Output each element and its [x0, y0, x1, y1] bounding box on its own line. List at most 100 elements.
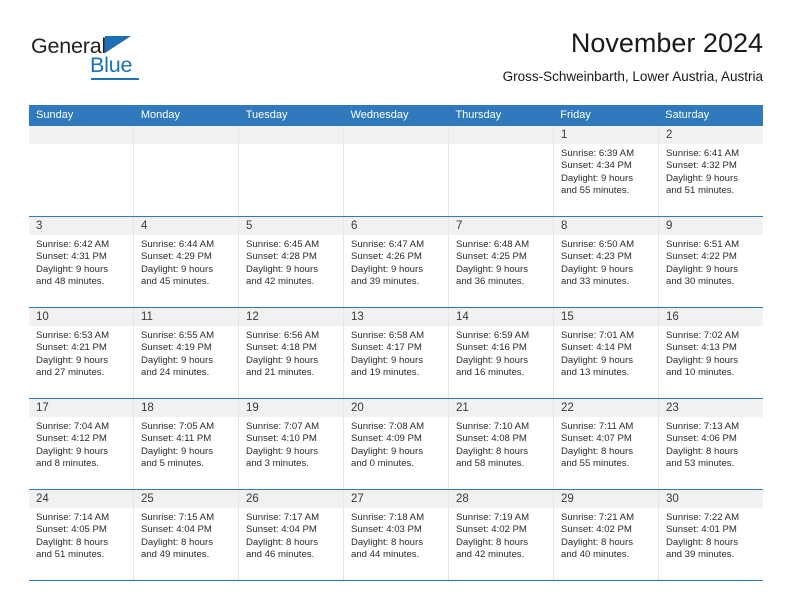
sunrise-text: Sunrise: 7:10 AM	[456, 421, 530, 432]
day-cell[interactable]: 19 Sunrise: 7:07 AM Sunset: 4:10 PM Dayl…	[239, 399, 344, 489]
day-cell[interactable]: 26 Sunrise: 7:17 AM Sunset: 4:04 PM Dayl…	[239, 490, 344, 580]
day-number: 10	[29, 308, 133, 326]
sunset-text: Sunset: 4:31 PM	[36, 251, 107, 263]
day-info: Sunrise: 6:44 AM Sunset: 4:29 PM Dayligh…	[134, 235, 238, 288]
week-row: 1 Sunrise: 6:39 AM Sunset: 4:34 PM Dayli…	[29, 126, 763, 216]
sunrise-text: Sunrise: 7:04 AM	[36, 421, 110, 432]
daylight-text-line1: Daylight: 9 hours	[561, 172, 633, 184]
day-cell[interactable]: 7 Sunrise: 6:48 AM Sunset: 4:25 PM Dayli…	[449, 217, 554, 307]
sunrise-text: Sunrise: 7:17 AM	[246, 512, 320, 523]
day-number: 11	[134, 308, 238, 326]
daylight-text-line2: and 13 minutes.	[561, 366, 630, 378]
sunrise-text: Sunrise: 7:11 AM	[561, 421, 634, 432]
day-cell[interactable]: 3 Sunrise: 6:42 AM Sunset: 4:31 PM Dayli…	[29, 217, 134, 307]
day-number: 4	[134, 217, 238, 235]
day-cell[interactable]: 16 Sunrise: 7:02 AM Sunset: 4:13 PM Dayl…	[659, 308, 763, 398]
sunset-text: Sunset: 4:14 PM	[561, 342, 632, 354]
sunset-text: Sunset: 4:26 PM	[351, 251, 422, 263]
day-cell[interactable]: 1 Sunrise: 6:39 AM Sunset: 4:34 PM Dayli…	[554, 126, 659, 216]
day-cell[interactable]: 8 Sunrise: 6:50 AM Sunset: 4:23 PM Dayli…	[554, 217, 659, 307]
daylight-text-line1: Daylight: 8 hours	[351, 536, 423, 548]
day-info: Sunrise: 6:42 AM Sunset: 4:31 PM Dayligh…	[29, 235, 133, 288]
day-cell[interactable]: 6 Sunrise: 6:47 AM Sunset: 4:26 PM Dayli…	[344, 217, 449, 307]
day-cell[interactable]: 23 Sunrise: 7:13 AM Sunset: 4:06 PM Dayl…	[659, 399, 763, 489]
day-number: 12	[239, 308, 343, 326]
sunset-text: Sunset: 4:10 PM	[246, 433, 317, 445]
day-cell[interactable]: 27 Sunrise: 7:18 AM Sunset: 4:03 PM Dayl…	[344, 490, 449, 580]
day-cell[interactable]: 10 Sunrise: 6:53 AM Sunset: 4:21 PM Dayl…	[29, 308, 134, 398]
day-cell[interactable]: 13 Sunrise: 6:58 AM Sunset: 4:17 PM Dayl…	[344, 308, 449, 398]
day-cell[interactable]: 29 Sunrise: 7:21 AM Sunset: 4:02 PM Dayl…	[554, 490, 659, 580]
day-number: 18	[134, 399, 238, 417]
day-info: Sunrise: 7:05 AM Sunset: 4:11 PM Dayligh…	[134, 417, 238, 470]
day-number: 3	[29, 217, 133, 235]
sunset-text: Sunset: 4:17 PM	[351, 342, 422, 354]
day-info: Sunrise: 6:58 AM Sunset: 4:17 PM Dayligh…	[344, 326, 448, 379]
daylight-text-line2: and 46 minutes.	[246, 548, 315, 560]
sunrise-text: Sunrise: 6:39 AM	[561, 148, 635, 159]
day-number: 19	[239, 399, 343, 417]
day-number: 25	[134, 490, 238, 508]
sunset-text: Sunset: 4:23 PM	[561, 251, 632, 263]
day-number: 24	[29, 490, 133, 508]
sunrise-text: Sunrise: 7:13 AM	[666, 421, 740, 432]
sunset-text: Sunset: 4:18 PM	[246, 342, 317, 354]
day-cell[interactable]: 14 Sunrise: 6:59 AM Sunset: 4:16 PM Dayl…	[449, 308, 554, 398]
sunrise-text: Sunrise: 7:08 AM	[351, 421, 425, 432]
daylight-text-line1: Daylight: 8 hours	[666, 445, 738, 457]
day-cell[interactable]: 30 Sunrise: 7:22 AM Sunset: 4:01 PM Dayl…	[659, 490, 763, 580]
generalblue-logo[interactable]: General Blue	[29, 34, 179, 86]
daylight-text-line1: Daylight: 8 hours	[456, 536, 528, 548]
day-info: Sunrise: 6:56 AM Sunset: 4:18 PM Dayligh…	[239, 326, 343, 379]
daylight-text-line2: and 51 minutes.	[36, 548, 105, 560]
daylight-text-line1: Daylight: 9 hours	[351, 354, 423, 366]
sunset-text: Sunset: 4:32 PM	[666, 160, 737, 172]
day-info: Sunrise: 7:19 AM Sunset: 4:02 PM Dayligh…	[449, 508, 553, 561]
sunrise-text: Sunrise: 7:22 AM	[666, 512, 740, 523]
day-cell[interactable]: 24 Sunrise: 7:14 AM Sunset: 4:05 PM Dayl…	[29, 490, 134, 580]
day-cell[interactable]: 4 Sunrise: 6:44 AM Sunset: 4:29 PM Dayli…	[134, 217, 239, 307]
daylight-text-line2: and 19 minutes.	[351, 366, 420, 378]
day-cell[interactable]: 21 Sunrise: 7:10 AM Sunset: 4:08 PM Dayl…	[449, 399, 554, 489]
calendar-page: General Blue November 2024 Gross-Schwein…	[0, 0, 792, 612]
day-number	[134, 126, 238, 144]
day-cell[interactable]: 25 Sunrise: 7:15 AM Sunset: 4:04 PM Dayl…	[134, 490, 239, 580]
weekday-header-saturday: Saturday	[665, 109, 710, 121]
weekday-header-monday: Monday	[140, 109, 180, 121]
day-number: 15	[554, 308, 658, 326]
daylight-text-line2: and 45 minutes.	[141, 275, 210, 287]
day-cell[interactable]: 17 Sunrise: 7:04 AM Sunset: 4:12 PM Dayl…	[29, 399, 134, 489]
sunrise-text: Sunrise: 6:44 AM	[141, 239, 215, 250]
day-cell[interactable]: 15 Sunrise: 7:01 AM Sunset: 4:14 PM Dayl…	[554, 308, 659, 398]
day-cell[interactable]: 9 Sunrise: 6:51 AM Sunset: 4:22 PM Dayli…	[659, 217, 763, 307]
day-number: 8	[554, 217, 658, 235]
day-info: Sunrise: 6:47 AM Sunset: 4:26 PM Dayligh…	[344, 235, 448, 288]
page-header: General Blue November 2024 Gross-Schwein…	[29, 26, 763, 98]
day-info: Sunrise: 6:51 AM Sunset: 4:22 PM Dayligh…	[659, 235, 763, 288]
day-cell[interactable]: 5 Sunrise: 6:45 AM Sunset: 4:28 PM Dayli…	[239, 217, 344, 307]
day-number	[29, 126, 133, 144]
page-title: November 2024	[570, 28, 763, 58]
day-cell[interactable]: 18 Sunrise: 7:05 AM Sunset: 4:11 PM Dayl…	[134, 399, 239, 489]
day-number: 14	[449, 308, 553, 326]
day-cell[interactable]: 2 Sunrise: 6:41 AM Sunset: 4:32 PM Dayli…	[659, 126, 763, 216]
logo-triangle-icon	[105, 36, 131, 53]
week-row: 3 Sunrise: 6:42 AM Sunset: 4:31 PM Dayli…	[29, 216, 763, 307]
daylight-text-line1: Daylight: 8 hours	[456, 445, 528, 457]
daylight-text-line1: Daylight: 9 hours	[456, 263, 528, 275]
sunset-text: Sunset: 4:06 PM	[666, 433, 737, 445]
daylight-text-line2: and 51 minutes.	[666, 184, 735, 196]
sunset-text: Sunset: 4:01 PM	[666, 524, 737, 536]
day-cell[interactable]: 20 Sunrise: 7:08 AM Sunset: 4:09 PM Dayl…	[344, 399, 449, 489]
day-cell[interactable]: 28 Sunrise: 7:19 AM Sunset: 4:02 PM Dayl…	[449, 490, 554, 580]
day-number: 28	[449, 490, 553, 508]
sunset-text: Sunset: 4:34 PM	[561, 160, 632, 172]
daylight-text-line1: Daylight: 9 hours	[36, 263, 108, 275]
sunrise-text: Sunrise: 7:01 AM	[561, 330, 635, 341]
day-number: 29	[554, 490, 658, 508]
day-cell[interactable]: 12 Sunrise: 6:56 AM Sunset: 4:18 PM Dayl…	[239, 308, 344, 398]
weekday-header-row: Sunday Monday Tuesday Wednesday Thursday…	[29, 105, 763, 126]
day-cell[interactable]: 11 Sunrise: 6:55 AM Sunset: 4:19 PM Dayl…	[134, 308, 239, 398]
sunset-text: Sunset: 4:29 PM	[141, 251, 212, 263]
day-cell[interactable]: 22 Sunrise: 7:11 AM Sunset: 4:07 PM Dayl…	[554, 399, 659, 489]
